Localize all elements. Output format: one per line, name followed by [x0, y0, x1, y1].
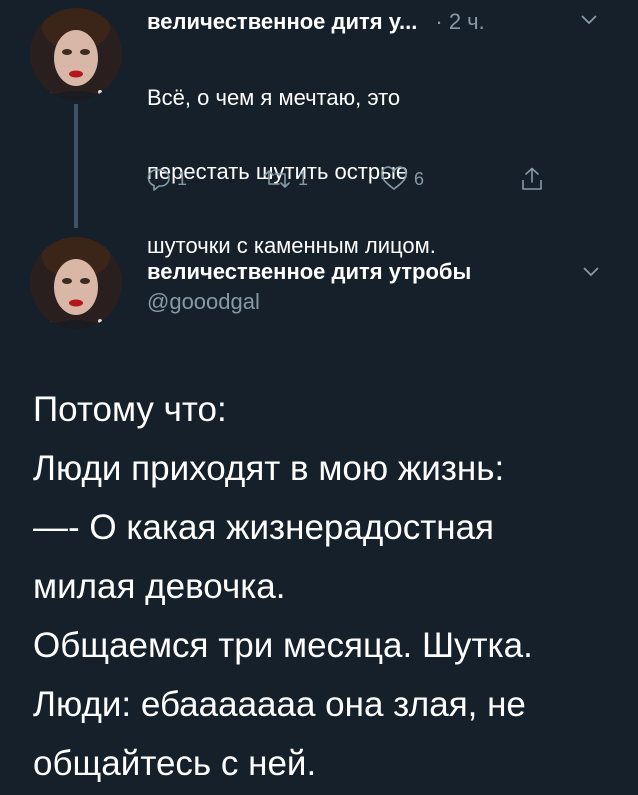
text-line: —- О какая жизнерадостная — [33, 508, 494, 547]
retweet-count: 1 — [298, 168, 309, 189]
text-line: Общаемся три месяца. Шутка. — [33, 626, 533, 665]
author-name[interactable]: величественное дитя у... — [147, 9, 417, 34]
avatar-image — [30, 237, 122, 329]
share-button[interactable] — [520, 166, 550, 192]
text-line: милая девочка. — [33, 567, 286, 606]
thread-line — [74, 104, 78, 228]
author-handle[interactable]: @gooodgal — [147, 289, 260, 315]
retweet-icon — [264, 170, 290, 188]
avatar[interactable] — [30, 237, 122, 329]
main-tweet-text: Потому что: Люди приходят в мою жизнь: —… — [33, 380, 633, 793]
chevron-down-icon[interactable] — [580, 14, 598, 26]
tweet-time[interactable]: · 2 ч. — [435, 9, 484, 34]
text-line: Люди приходят в мою жизнь: — [33, 449, 505, 488]
text-line: Всё, о чем я мечтаю, это — [147, 85, 401, 110]
share-icon — [522, 167, 542, 190]
text-line: Потому что: — [33, 390, 227, 429]
text-line: общайтесь с ней. — [33, 744, 317, 783]
reply-tweet-header: величественное дитя у... · 2 ч. — [147, 9, 485, 35]
avatar[interactable] — [30, 8, 122, 100]
like-count: 6 — [414, 168, 425, 189]
reply-count: 1 — [177, 168, 188, 189]
reply-tweet[interactable]: величественное дитя у... · 2 ч. Всё, о че… — [0, 0, 638, 258]
reply-button[interactable]: 1 — [145, 166, 187, 192]
author-name[interactable]: величественное дитя утробы — [147, 258, 471, 286]
text-line: Люди: ебааааааа она злая, не — [33, 685, 526, 724]
heart-icon — [381, 166, 407, 190]
chevron-down-icon[interactable] — [582, 266, 600, 278]
reply-icon — [147, 169, 170, 191]
like-button[interactable]: 6 — [380, 166, 424, 192]
avatar-image — [30, 8, 122, 100]
retweet-button[interactable]: 1 — [262, 166, 308, 192]
